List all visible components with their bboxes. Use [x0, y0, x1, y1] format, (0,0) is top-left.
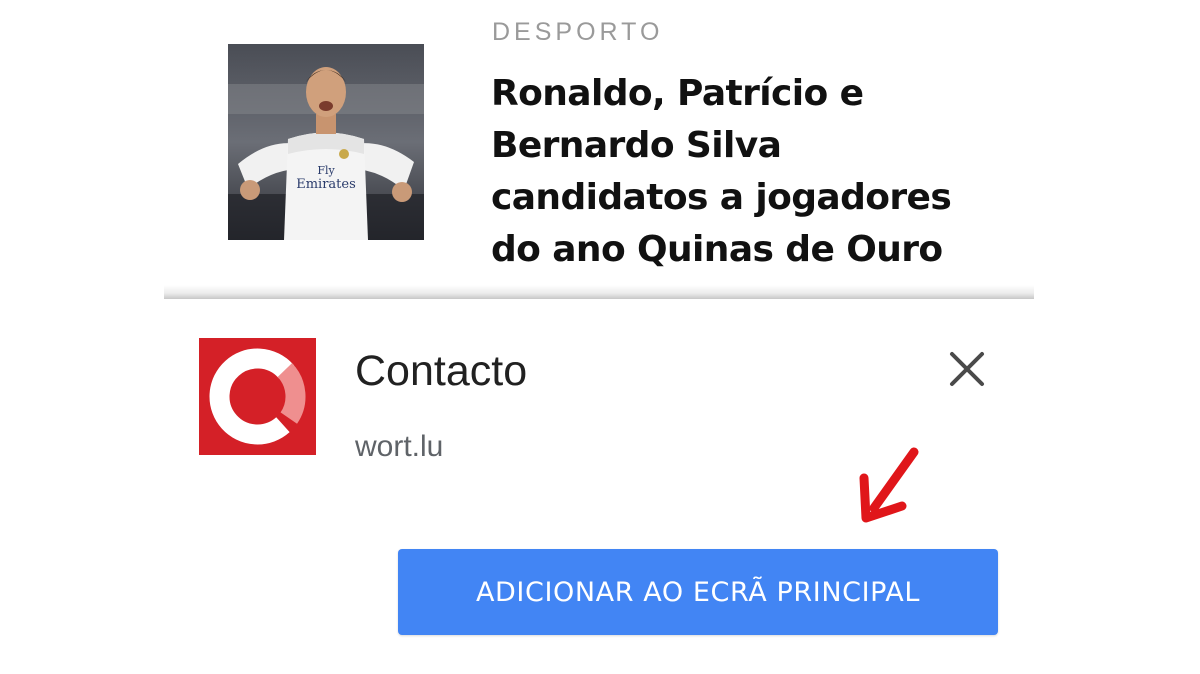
svg-text:Fly: Fly [317, 164, 335, 177]
sheet-divider-shadow [164, 285, 1034, 299]
add-to-home-sheet: Contacto wort.lu ADICIONAR AO ECRÃ PRINC… [164, 299, 1034, 674]
article-card[interactable]: Fly Emirates DESPORTO Ronaldo, Patrício … [164, 0, 1034, 297]
svg-text:Emirates: Emirates [296, 177, 356, 192]
contacto-logo-icon [199, 338, 316, 455]
article-category: DESPORTO [492, 18, 664, 46]
close-icon[interactable] [945, 347, 989, 391]
app-url: wort.lu [355, 430, 444, 463]
article-headline[interactable]: Ronaldo, Patrício e Bernardo Silva candi… [491, 68, 961, 276]
app-name: Contacto [355, 347, 528, 395]
screen: Fly Emirates DESPORTO Ronaldo, Patrício … [0, 0, 1200, 674]
red-arrow-icon [854, 444, 926, 528]
add-to-home-screen-button[interactable]: ADICIONAR AO ECRÃ PRINCIPAL [398, 549, 998, 635]
article-thumbnail: Fly Emirates [228, 44, 424, 240]
